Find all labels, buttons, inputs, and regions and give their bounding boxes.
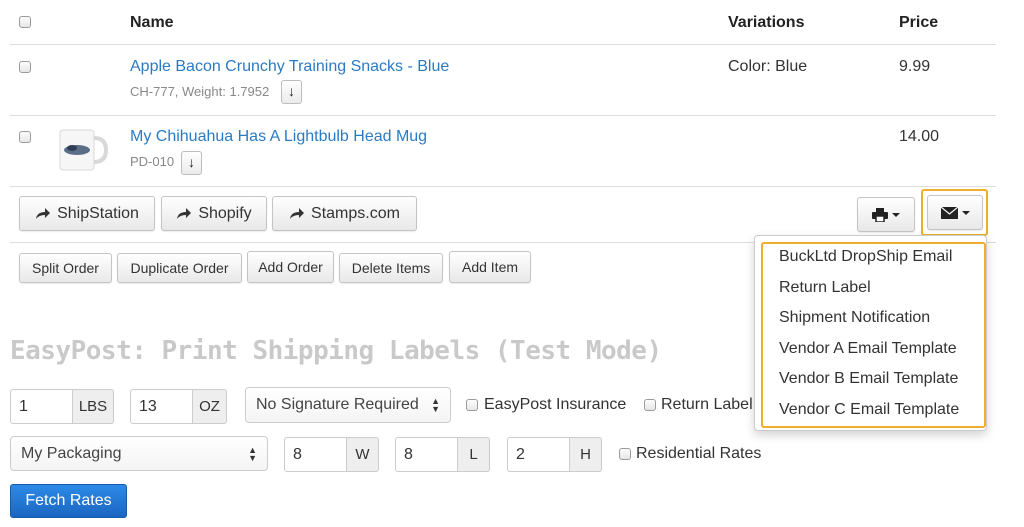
- select-arrows-icon: ▲ ▼: [248, 444, 257, 463]
- menu-item-vendor-a[interactable]: Vendor A Email Template: [779, 340, 957, 358]
- product-price: 14.00: [899, 128, 940, 145]
- menu-item-vendor-b[interactable]: Vendor B Email Template: [779, 370, 958, 388]
- stamps-label: Stamps.com: [311, 204, 400, 222]
- row-checkbox[interactable]: [19, 61, 31, 73]
- column-header-variations: Variations: [728, 14, 805, 31]
- height-input[interactable]: 2: [507, 437, 570, 472]
- share-arrow-icon: [35, 207, 51, 220]
- length-unit: L: [458, 437, 490, 472]
- split-order-button[interactable]: Split Order: [19, 253, 112, 283]
- packaging-select-value: My Packaging: [21, 444, 122, 462]
- product-link[interactable]: My Chihuahua Has A Lightbulb Head Mug: [130, 128, 427, 146]
- signature-select-value: No Signature Required: [256, 396, 419, 413]
- column-header-name: Name: [130, 14, 174, 31]
- width-input[interactable]: 8: [284, 437, 347, 472]
- shipstation-button[interactable]: ShipStation: [19, 196, 155, 231]
- email-dropdown-button[interactable]: [927, 195, 983, 230]
- product-sku: PD-010: [130, 154, 175, 169]
- fetch-rates-button[interactable]: Fetch Rates: [10, 484, 127, 518]
- weight-oz-unit: OZ: [193, 389, 227, 424]
- envelope-icon: [940, 206, 958, 219]
- row-divider: [10, 115, 996, 116]
- width-unit: W: [347, 437, 379, 472]
- weight-lbs-input[interactable]: 1: [10, 389, 73, 424]
- return-label-checkbox[interactable]: [644, 399, 656, 411]
- product-thumbnail-mug: [59, 129, 109, 171]
- caret-down-icon: [892, 212, 900, 217]
- insurance-label: EasyPost Insurance: [484, 396, 627, 413]
- arrow-down-icon[interactable]: ↓: [281, 80, 302, 104]
- add-item-button[interactable]: Add Item: [449, 251, 531, 283]
- select-arrows-icon: ▲ ▼: [431, 396, 440, 414]
- header-divider: [10, 44, 996, 45]
- insurance-checkbox[interactable]: [466, 399, 478, 411]
- add-order-button[interactable]: Add Order: [247, 251, 334, 283]
- packaging-select[interactable]: My Packaging ▲ ▼: [10, 436, 268, 471]
- return-label-label: Return Label: [661, 396, 753, 413]
- residential-checkbox[interactable]: [619, 448, 631, 460]
- residential-label: Residential Rates: [636, 445, 762, 462]
- stamps-button[interactable]: Stamps.com: [272, 196, 417, 231]
- shopify-button[interactable]: Shopify: [161, 196, 267, 231]
- email-dropdown-menu: BuckLtd DropShip Email Return Label Ship…: [754, 235, 987, 431]
- share-arrow-icon: [176, 207, 192, 220]
- duplicate-order-button[interactable]: Duplicate Order: [117, 253, 242, 283]
- select-all-checkbox[interactable]: [19, 16, 31, 28]
- menu-item-return-label[interactable]: Return Label: [779, 279, 871, 297]
- arrow-down-icon[interactable]: ↓: [181, 151, 202, 175]
- menu-item-shipment-notification[interactable]: Shipment Notification: [779, 309, 930, 327]
- shopify-label: Shopify: [198, 204, 252, 222]
- length-input[interactable]: 8: [395, 437, 458, 472]
- row-divider: [10, 186, 996, 187]
- menu-item-vendor-c[interactable]: Vendor C Email Template: [779, 401, 959, 419]
- signature-select[interactable]: No Signature Required ▲ ▼: [245, 387, 451, 423]
- caret-down-icon: [961, 210, 970, 215]
- printer-icon: [872, 207, 888, 222]
- weight-lbs-unit: LBS: [73, 389, 114, 424]
- print-dropdown-button[interactable]: [857, 197, 915, 232]
- menu-item-dropship-email[interactable]: BuckLtd DropShip Email: [779, 248, 952, 266]
- product-variation: Color: Blue: [728, 58, 808, 75]
- product-link[interactable]: Apple Bacon Crunchy Training Snacks - Bl…: [130, 58, 449, 76]
- row-checkbox[interactable]: [19, 131, 31, 143]
- product-sku-weight: CH-777, Weight: 1.7952: [130, 84, 270, 99]
- height-unit: H: [570, 437, 602, 472]
- shipstation-label: ShipStation: [57, 204, 139, 222]
- easypost-section-title: EasyPost: Print Shipping Labels (Test Mo…: [10, 336, 662, 366]
- weight-oz-input[interactable]: 13: [130, 389, 193, 424]
- product-price: 9.99: [899, 58, 931, 75]
- share-arrow-icon: [289, 207, 305, 220]
- column-header-price: Price: [899, 14, 939, 31]
- delete-items-button[interactable]: Delete Items: [339, 253, 443, 283]
